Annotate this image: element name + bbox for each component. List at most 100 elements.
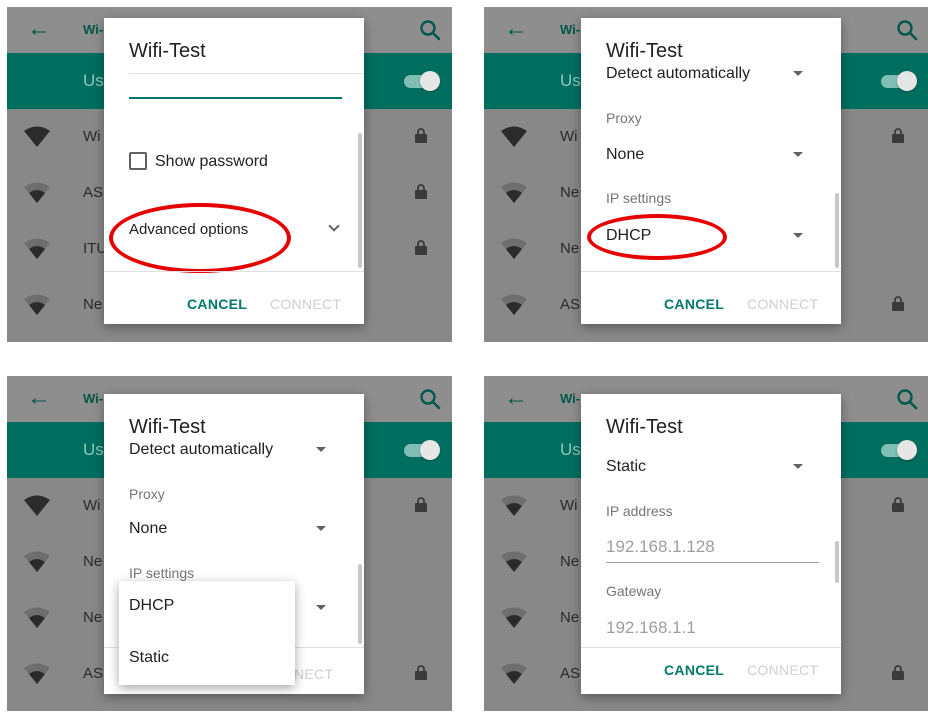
back-arrow-icon[interactable]: ← [504, 15, 528, 43]
password-field[interactable] [129, 97, 342, 99]
back-arrow-icon[interactable]: ← [504, 384, 528, 412]
wifi-signal-icon [501, 182, 527, 203]
wifi-signal-icon [24, 663, 50, 684]
network-name: Ne [83, 296, 103, 313]
highlight-ellipse [109, 203, 291, 273]
network-name: Ne [560, 553, 580, 570]
dialog-title: Wifi-Test [606, 416, 683, 439]
wifi-toggle-thumb[interactable] [897, 71, 917, 91]
chevron-down-icon[interactable] [328, 220, 340, 232]
cancel-button[interactable]: CANCEL [187, 296, 247, 312]
cancel-button[interactable]: CANCEL [664, 296, 724, 312]
ip-settings-label: IP settings [606, 190, 672, 206]
dropdown-caret-icon[interactable] [316, 447, 326, 452]
network-name: Ne [560, 184, 580, 201]
wifi-signal-icon [24, 607, 50, 628]
screenshot-panel-3: ← Wi- Us Wi Ne Ne AS Detect automaticall… [7, 376, 452, 711]
wifi-signal-icon [501, 294, 527, 315]
scrollbar[interactable] [835, 541, 839, 583]
ip-settings-select-value[interactable]: Static [606, 458, 646, 476]
dropdown-caret-icon[interactable] [316, 605, 326, 610]
network-name: Wi [560, 128, 578, 145]
dropdown-caret-icon[interactable] [793, 152, 803, 157]
search-icon[interactable] [416, 16, 444, 44]
connect-button[interactable]: CONNECT [270, 296, 341, 312]
ip-address-label: IP address [606, 503, 673, 519]
network-name: Ne [83, 609, 103, 626]
wifi-signal-icon [24, 294, 50, 315]
wifi-signal-icon [24, 238, 50, 259]
dropdown-caret-icon[interactable] [793, 233, 803, 238]
app-title: Wi- [560, 391, 581, 406]
ip-settings-label: IP settings [129, 565, 195, 581]
connect-button[interactable]: NECT [294, 666, 333, 682]
gateway-label: Gateway [606, 583, 662, 599]
network-name: Ne [560, 609, 580, 626]
network-name: Wi [560, 497, 578, 514]
network-name: AS [560, 296, 581, 313]
scrollbar[interactable] [358, 564, 362, 644]
wifi-signal-icon [24, 551, 50, 572]
wifi-toggle-thumb[interactable] [897, 440, 917, 460]
network-name: Ne [83, 553, 103, 570]
dropdown-caret-icon[interactable] [793, 71, 803, 76]
menu-item-dhcp[interactable]: DHCP [129, 597, 174, 615]
connect-button[interactable]: CONNECT [747, 662, 818, 678]
scrollbar[interactable] [835, 193, 839, 268]
network-name: AS [560, 665, 581, 682]
search-icon[interactable] [893, 385, 921, 413]
proxy-autodetect-value[interactable]: Detect automatically [129, 441, 273, 459]
wifi-signal-icon [24, 182, 50, 203]
proxy-autodetect-value[interactable]: Detect automatically [606, 65, 750, 83]
show-password-checkbox[interactable] [129, 152, 147, 170]
highlight-ellipse [587, 214, 727, 260]
back-arrow-icon[interactable]: ← [27, 15, 51, 43]
menu-item-static[interactable]: Static [129, 649, 169, 667]
wifi-dialog: Static IP address 192.168.1.128 Gateway … [581, 394, 841, 694]
wifi-signal-icon [24, 495, 50, 516]
wifi-switch-label: Us [83, 71, 104, 90]
title-divider [129, 73, 364, 74]
dropdown-caret-icon[interactable] [316, 526, 326, 531]
wifi-signal-icon [501, 663, 527, 684]
network-name: Ne [560, 240, 580, 257]
lock-icon [892, 497, 904, 512]
wifi-switch-label: Us [560, 440, 581, 459]
show-password-label[interactable]: Show password [155, 153, 268, 171]
wifi-switch-label: Us [83, 440, 104, 459]
cancel-button[interactable]: CANCEL [664, 662, 724, 678]
lock-icon [415, 497, 427, 512]
network-name: AS [83, 665, 104, 682]
ip-address-field[interactable]: 192.168.1.128 [606, 537, 715, 557]
lock-icon [415, 240, 427, 255]
lock-icon [892, 128, 904, 143]
wifi-toggle-thumb[interactable] [420, 71, 440, 91]
proxy-label: Proxy [129, 486, 165, 502]
proxy-select-value[interactable]: None [129, 520, 167, 538]
lock-icon [415, 128, 427, 143]
network-name: Wi [83, 128, 101, 145]
proxy-label: Proxy [606, 110, 642, 126]
buttons-divider [581, 647, 841, 648]
wifi-signal-icon [501, 126, 527, 147]
dialog-title: Wifi-Test [606, 40, 683, 63]
search-icon[interactable] [416, 385, 444, 413]
wifi-dialog: Show password Advanced options Wifi-Test… [104, 18, 364, 324]
wifi-signal-icon [501, 495, 527, 516]
search-icon[interactable] [893, 16, 921, 44]
lock-icon [415, 184, 427, 199]
gateway-field[interactable]: 192.168.1.1 [606, 618, 696, 638]
scrollbar[interactable] [358, 133, 362, 268]
lock-icon [892, 665, 904, 680]
wifi-toggle-thumb[interactable] [420, 440, 440, 460]
network-name: AS [83, 184, 104, 201]
lock-icon [415, 665, 427, 680]
wifi-switch-label: Us [560, 71, 581, 90]
ip-settings-dropdown-menu: DHCP Static [119, 581, 295, 685]
wifi-signal-icon [501, 551, 527, 572]
dialog-title: Wifi-Test [129, 40, 206, 63]
dropdown-caret-icon[interactable] [793, 464, 803, 469]
back-arrow-icon[interactable]: ← [27, 384, 51, 412]
connect-button[interactable]: CONNECT [747, 296, 818, 312]
proxy-select-value[interactable]: None [606, 146, 644, 164]
